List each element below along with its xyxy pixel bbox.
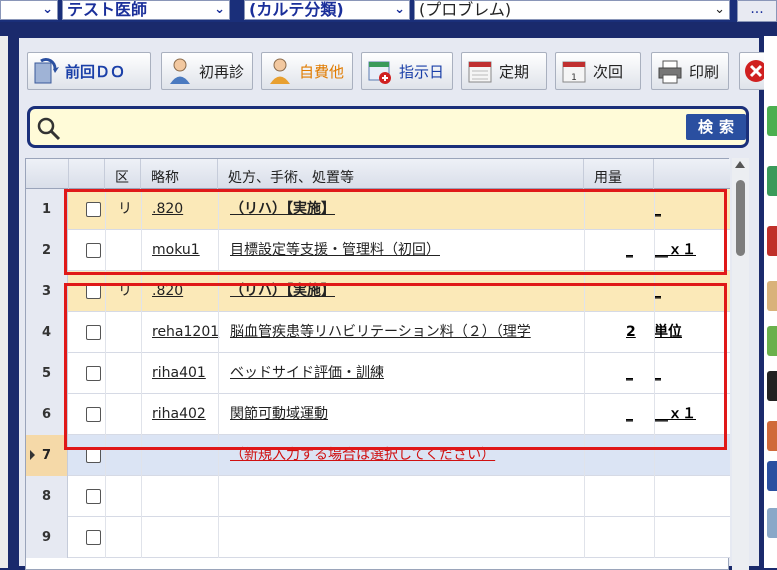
person-icon [267, 57, 293, 85]
chevron-down-icon: ⌄ [394, 2, 405, 17]
header-ku: 区 [105, 159, 141, 189]
prev-do-button[interactable]: 前回ＤＯ [27, 52, 151, 90]
print-button[interactable]: 印刷 [651, 52, 729, 90]
image-icon[interactable] [767, 508, 777, 538]
calendar-plus-icon [367, 57, 393, 85]
row-checkbox[interactable] [86, 489, 101, 504]
pill-icon[interactable] [767, 281, 777, 311]
search-bar: 検索 [27, 106, 749, 148]
row-number-value: 4 [41, 325, 52, 340]
row-number-value: 1 [41, 202, 52, 217]
printer-icon [657, 57, 683, 85]
column-divider [218, 476, 219, 517]
table-row[interactable]: 9 [26, 517, 730, 558]
column-divider [141, 517, 142, 558]
order-grid: 区 略称 処方、手術、処置等 用量 1 リ .820 （リハ）【実施】 _ 2 moku1 目… [25, 158, 730, 570]
first-visit-button[interactable]: 初再診 [161, 52, 253, 90]
search-button[interactable]: 検索 [686, 114, 746, 140]
header-rownum [26, 159, 69, 189]
repeat-icon [33, 57, 59, 85]
next-label: 次回 [593, 62, 624, 81]
row-number-value: 8 [41, 489, 52, 504]
highlight-frame [64, 283, 727, 450]
doctor-select[interactable]: テスト医師 ⌄ [62, 0, 230, 20]
column-divider [218, 517, 219, 558]
row-number-value: 5 [41, 366, 52, 381]
row-number-value: 2 [41, 243, 52, 258]
row-pointer-icon [30, 450, 35, 460]
row-number: 6 [26, 394, 68, 435]
instruction-day-label: 指示日 [399, 62, 445, 81]
table-row[interactable]: 8 [26, 476, 730, 517]
print-label: 印刷 [689, 62, 720, 81]
column-divider [584, 476, 585, 517]
chevron-down-icon: ⌄ [714, 2, 725, 17]
row-number: 8 [26, 476, 68, 517]
row-number: 5 [26, 353, 68, 394]
more-button[interactable]: ... [737, 0, 777, 22]
tool-icon[interactable] [767, 226, 777, 256]
instruction-day-button[interactable]: 指示日 [361, 52, 453, 90]
calendar-icon [467, 57, 493, 85]
column-divider [141, 476, 142, 517]
chevron-down-icon: ⌄ [42, 2, 53, 17]
row-number-value: 7 [41, 448, 52, 463]
category-select-value: (カルテ分類) [249, 0, 344, 19]
scroll-thumb[interactable] [736, 180, 745, 256]
regular-button[interactable]: 定期 [461, 52, 547, 90]
doctor-icon [167, 57, 193, 85]
next-button[interactable]: 1 次回 [555, 52, 641, 90]
category-select[interactable]: (カルテ分類) ⌄ [244, 0, 410, 20]
right-icon-column [764, 36, 777, 568]
add-icon[interactable] [767, 106, 777, 136]
prev-do-label: 前回ＤＯ [65, 62, 126, 81]
header-amount: 用量 [584, 159, 654, 189]
scroll-up-icon[interactable] [735, 161, 745, 168]
vertical-scrollbar[interactable] [732, 158, 749, 570]
row-number-value: 9 [41, 530, 52, 545]
svg-text:1: 1 [571, 73, 577, 83]
left-strip [0, 36, 10, 568]
row-number: 7 [26, 435, 68, 476]
calendar-next-icon: 1 [561, 57, 587, 85]
row-number: 9 [26, 517, 68, 558]
record-icon[interactable] [767, 371, 777, 401]
list-icon[interactable] [767, 166, 777, 196]
row-number: 3 [26, 271, 68, 312]
row-number: 4 [26, 312, 68, 353]
order-panel: 前回ＤＯ 初再診 自費他 指示日 定期 1 次回 印刷 検索 区 略称 処方、手… [17, 36, 773, 570]
chevron-down-icon: ⌄ [214, 2, 225, 17]
row-checkbox[interactable] [86, 448, 101, 463]
row-number-value: 3 [41, 284, 52, 299]
search-icon [36, 116, 62, 142]
header-name: 処方、手術、処置等 [218, 159, 584, 189]
first-dropdown[interactable]: ⌄ [0, 0, 58, 20]
row-number: 1 [26, 189, 68, 230]
column-divider [654, 517, 655, 558]
column-divider [584, 517, 585, 558]
selector-bar: ⌄ テスト医師 ⌄ (カルテ分類) ⌄ (プロブレム) ⌄ ... [0, 0, 777, 22]
row-number-value: 6 [41, 407, 52, 422]
search-input[interactable] [70, 115, 670, 139]
problem-select[interactable]: (プロブレム) ⌄ [414, 0, 730, 20]
self-pay-button[interactable]: 自費他 [261, 52, 353, 90]
doc-icon[interactable] [767, 461, 777, 491]
header-unit [654, 159, 730, 189]
column-divider [654, 476, 655, 517]
problem-select-value: (プロブレム) [419, 0, 512, 19]
header-check [69, 159, 105, 189]
pen-icon[interactable] [767, 421, 777, 451]
self-pay-label: 自費他 [299, 62, 345, 81]
column-divider [105, 517, 106, 558]
refresh-icon[interactable] [767, 326, 777, 356]
column-divider [105, 476, 106, 517]
header-ryaku: 略称 [141, 159, 218, 189]
highlight-frame [64, 189, 727, 275]
grid-header: 区 略称 処方、手術、処置等 用量 [26, 159, 730, 189]
regular-label: 定期 [499, 62, 530, 81]
row-number: 2 [26, 230, 68, 271]
row-checkbox[interactable] [86, 530, 101, 545]
doctor-select-value: テスト医師 [67, 0, 148, 19]
first-visit-label: 初再診 [199, 62, 245, 81]
